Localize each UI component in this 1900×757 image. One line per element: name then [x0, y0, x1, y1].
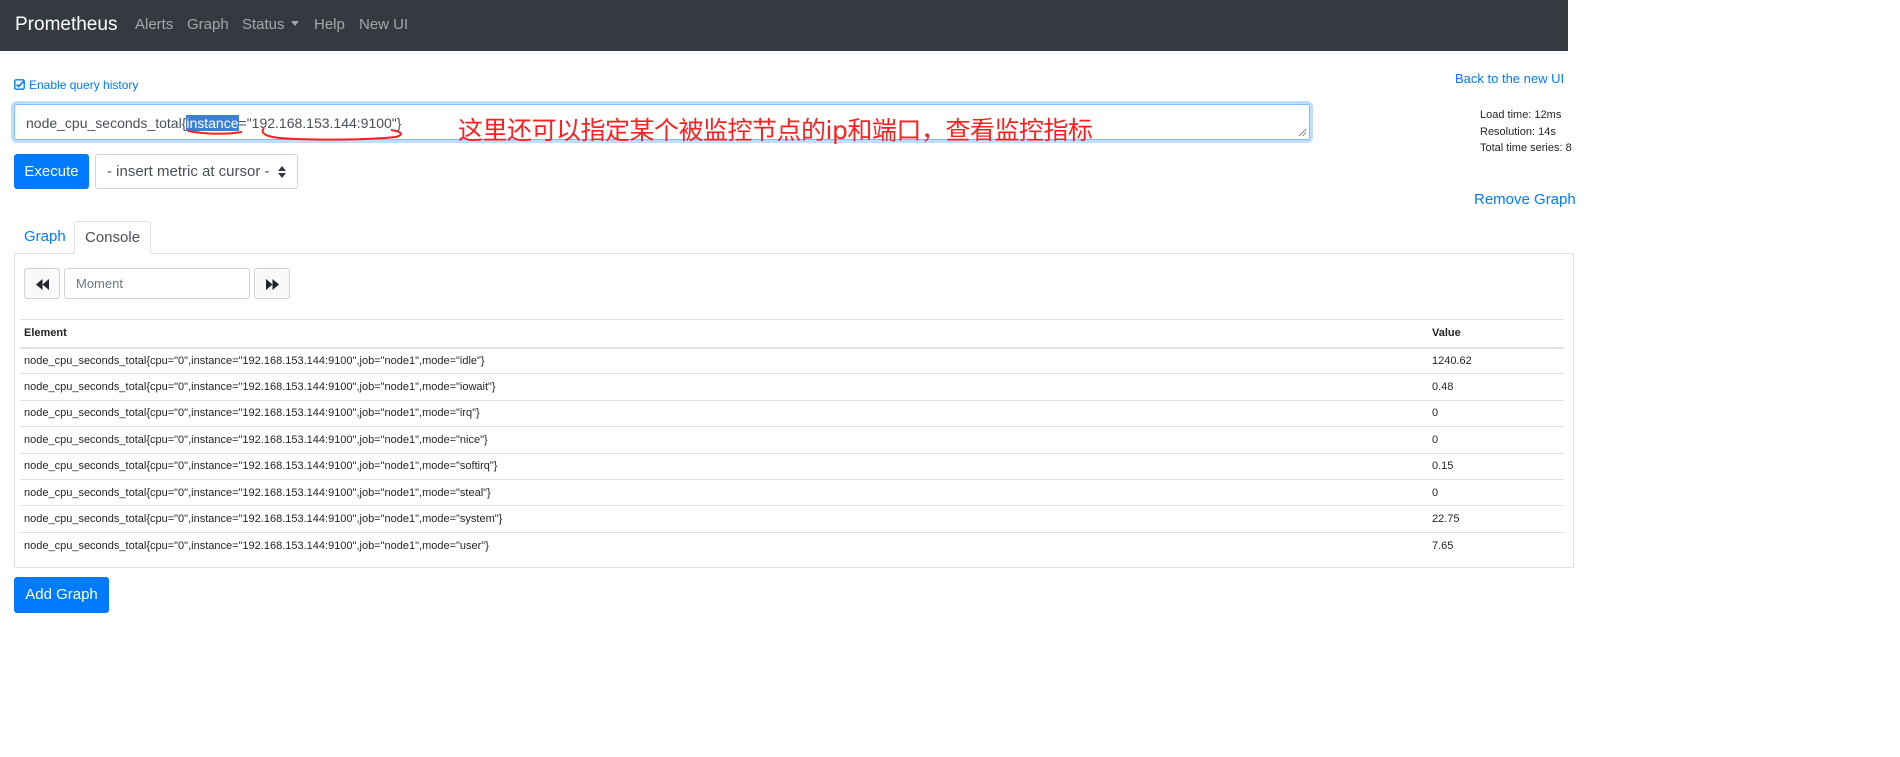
checkbox-checked-icon [14, 79, 25, 90]
query-stats: Load time: 12ms Resolution: 14s Total ti… [1480, 107, 1572, 157]
tab-console[interactable]: Console [74, 221, 152, 254]
load-time-text: Load time: 12ms [1480, 109, 1562, 121]
nav-new-ui[interactable]: New UI [359, 16, 408, 33]
caret-down-icon [290, 21, 299, 26]
annotation-note: 这里还可以指定某个被监控节点的ip和端口，查看监控指标 [458, 116, 1093, 145]
table-row: node_cpu_seconds_total{cpu="0",instance=… [20, 399, 1564, 427]
back-to-new-ui-link[interactable]: Back to the new UI [1455, 71, 1564, 86]
row-element: node_cpu_seconds_total{cpu="0",instance=… [20, 452, 1428, 480]
table-row: node_cpu_seconds_total{cpu="0",instance=… [20, 478, 1564, 506]
nav-status-label: Status [242, 16, 285, 33]
row-element: node_cpu_seconds_total{cpu="0",instance=… [20, 426, 1428, 454]
row-value: 0 [1428, 399, 1564, 427]
brand-logo[interactable]: Prometheus [15, 14, 117, 36]
remove-graph-link[interactable]: Remove Graph [1474, 191, 1576, 208]
annotation-underline-mark [187, 127, 402, 141]
execute-button[interactable]: Execute [14, 154, 89, 189]
insert-metric-select-label: - insert metric at cursor - [107, 163, 270, 180]
results-table: Element Value node_cpu_seconds_total{cpu… [20, 319, 1564, 559]
row-value: 0 [1428, 426, 1564, 454]
insert-metric-select[interactable]: - insert metric at cursor - [95, 154, 298, 189]
header-value: Value [1428, 319, 1564, 349]
row-value: 7.65 [1428, 531, 1564, 559]
row-element: node_cpu_seconds_total{cpu="0",instance=… [20, 505, 1428, 533]
header-element: Element [20, 319, 1428, 349]
row-element: node_cpu_seconds_total{cpu="0",instance=… [20, 531, 1428, 559]
moment-input[interactable]: Moment [64, 268, 250, 299]
forward-icon [266, 279, 279, 290]
row-value: 22.75 [1428, 505, 1564, 533]
row-value: 0.48 [1428, 373, 1564, 401]
row-element: node_cpu_seconds_total{cpu="0",instance=… [20, 399, 1428, 427]
table-header-row: Element Value [20, 319, 1564, 349]
table-row: node_cpu_seconds_total{cpu="0",instance=… [20, 346, 1564, 374]
resolution-text: Resolution: 14s [1480, 125, 1556, 138]
row-value: 0 [1428, 478, 1564, 506]
add-graph-button[interactable]: Add Graph [14, 577, 109, 613]
total-series-text: Total time series: 8 [1480, 142, 1572, 154]
enable-query-history-checkbox[interactable]: Enable query history [14, 78, 138, 92]
row-element: node_cpu_seconds_total{cpu="0",instance=… [20, 346, 1428, 374]
nav-status-dropdown[interactable]: Status [242, 16, 299, 33]
time-forward-button[interactable] [254, 268, 290, 299]
tab-graph[interactable]: Graph [14, 221, 76, 254]
table-row: node_cpu_seconds_total{cpu="0",instance=… [20, 452, 1564, 480]
top-navbar: Prometheus Alerts Graph Status Help New … [0, 0, 1568, 51]
enable-query-history-label: Enable query history [29, 78, 139, 92]
row-element: node_cpu_seconds_total{cpu="0",instance=… [20, 373, 1428, 401]
nav-alerts[interactable]: Alerts [135, 16, 173, 33]
table-row: node_cpu_seconds_total{cpu="0",instance=… [20, 373, 1564, 401]
sort-arrows-icon [278, 166, 286, 178]
expression-prefix: node_cpu_seconds_total{ [26, 115, 187, 131]
backward-icon [36, 279, 49, 290]
nav-graph[interactable]: Graph [187, 16, 229, 33]
row-element: node_cpu_seconds_total{cpu="0",instance=… [20, 478, 1428, 506]
table-row: node_cpu_seconds_total{cpu="0",instance=… [20, 426, 1564, 454]
table-row: node_cpu_seconds_total{cpu="0",instance=… [20, 505, 1564, 533]
time-back-button[interactable] [24, 268, 60, 299]
nav-help[interactable]: Help [314, 16, 345, 33]
resize-grip-icon[interactable] [1298, 128, 1307, 137]
row-value: 1240.62 [1428, 346, 1564, 374]
table-row: node_cpu_seconds_total{cpu="0",instance=… [20, 531, 1564, 559]
row-value: 0.15 [1428, 452, 1564, 480]
